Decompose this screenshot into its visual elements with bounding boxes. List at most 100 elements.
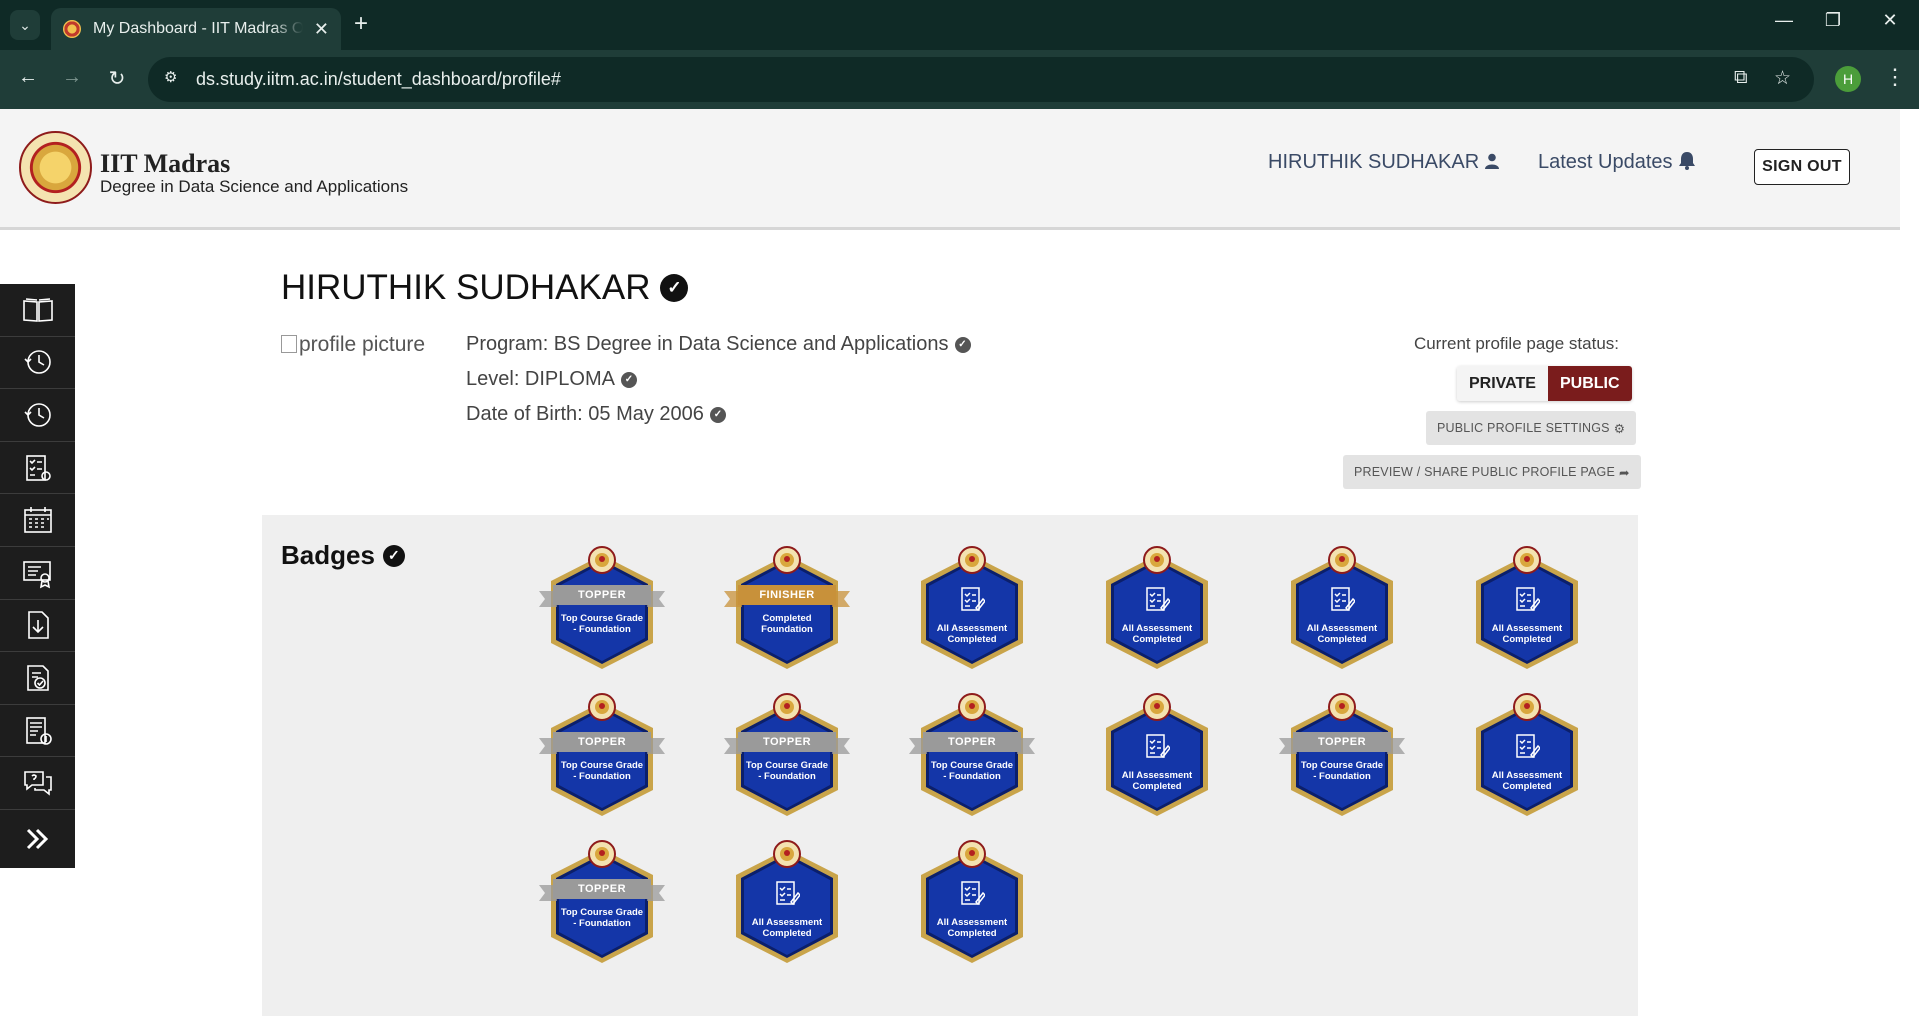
preview-share-profile-button[interactable]: PREVIEW / SHARE PUBLIC PROFILE PAGE ➦ [1343,455,1641,489]
badge-label-line1: Top Course Grade [930,760,1014,771]
new-tab-button[interactable]: + [354,11,368,37]
close-tab-icon[interactable]: ✕ [314,19,329,40]
badge-topper[interactable]: TOPPER Top Course Grade - Foundation [527,839,677,969]
profile-status-label: Current profile page status: [1413,334,1619,353]
badge-label-line1: Top Course Grade [1300,760,1384,771]
badge-label-line1: Top Course Grade [745,760,829,771]
sidebar-item-courses[interactable] [0,284,75,337]
badge-topper[interactable]: TOPPER Top Course Grade - Foundation [527,545,677,675]
badge-label-line2: - Foundation [758,771,816,782]
badge-label-line2: Completed [947,928,997,939]
latest-updates-link[interactable]: Latest Updates [1538,151,1696,174]
sidebar-item-checklist[interactable] [0,652,75,705]
browser-tab[interactable]: My Dashboard - IIT Madras Online Degree … [51,8,341,50]
sidebar-item-history[interactable] [0,337,75,390]
badge-label-line1: Top Course Grade [560,907,644,918]
badge-topper[interactable]: TOPPER Top Course Grade - Foundation [897,692,1047,822]
browser-menu-icon[interactable]: ⋮ [1884,64,1906,90]
badge-label-line1: Top Course Grade [560,613,644,624]
minimize-button[interactable]: — [1764,10,1804,31]
public-profile-settings-button[interactable]: PUBLIC PROFILE SETTINGS ⚙ [1426,411,1637,445]
sidebar-item-payments[interactable] [0,705,75,758]
browser-tabstrip: ⌄ My Dashboard - IIT Madras Online Degre… [0,0,1919,50]
badge-label-line2: Completed [1132,781,1182,792]
checklist-clipboard-icon [1329,585,1355,613]
brand-subtitle: Degree in Data Science and Applications [100,177,409,196]
chevron-down-icon: ⌄ [19,16,31,33]
assignment-icon [25,454,51,481]
sidebar-item-certificates[interactable] [0,547,75,600]
program-line: Program: BS Degree in Data Science and A… [466,333,971,356]
forward-button[interactable]: → [58,66,86,89]
badge-ribbon-label: TOPPER [1293,732,1391,752]
reload-button[interactable]: ↻ [103,66,131,91]
badge-shape [921,693,1023,816]
tab-search-button[interactable]: ⌄ [10,10,40,40]
badge-ribbon-label: TOPPER [923,732,1021,752]
public-toggle-button[interactable]: PUBLIC [1547,366,1632,401]
badge-ribbon: TOPPER [539,879,665,901]
address-bar[interactable]: ⚙ ds.study.iitm.ac.in/student_dashboard/… [148,57,1814,102]
badge-ribbon: FINISHER [724,585,850,607]
badge-assessment[interactable]: All Assessment Completed [1452,545,1602,675]
badge-assessment[interactable]: All Assessment Completed [1082,692,1232,822]
badge-shape [551,693,653,816]
private-toggle-button[interactable]: PRIVATE [1457,366,1548,401]
browser-profile-avatar[interactable]: H [1835,66,1861,92]
profile-name: HIRUTHIK SUDHAKAR [281,268,651,307]
iitm-logo[interactable] [19,131,92,204]
sidebar-expand-button[interactable] [0,810,75,868]
badge-label-line2: - Foundation [573,771,631,782]
profile-name-heading: HIRUTHIK SUDHAKAR ✓ [281,268,689,308]
back-button[interactable]: ← [14,66,42,89]
bookmark-star-icon[interactable]: ☆ [1774,67,1791,90]
restore-button[interactable]: ❐ [1813,10,1853,31]
latest-updates-label: Latest Updates [1538,151,1673,173]
checklist-clipboard-icon [1144,585,1170,613]
sidebar-item-downloads[interactable] [0,600,75,653]
badge-label-line2: Foundation [761,624,813,635]
sidebar-item-assignments[interactable] [0,442,75,495]
open-in-app-icon[interactable]: ⧉ [1734,67,1748,89]
sidebar-nav [0,284,75,868]
badge-ribbon-label: TOPPER [553,585,651,605]
badge-label-line2: Completed [1502,634,1552,645]
badge-finisher[interactable]: FINISHER Completed Foundation [712,545,862,675]
sidebar-item-past-records[interactable] [0,389,75,442]
badge-label-line1: Completed [762,613,812,624]
badge-assessment[interactable]: All Assessment Completed [1267,545,1417,675]
brand-title: IIT Madras [100,149,231,178]
badge-ribbon-label: TOPPER [553,732,651,752]
badge-assessment[interactable]: All Assessment Completed [712,839,862,969]
checklist-clipboard-icon [774,879,800,907]
badge-assessment[interactable]: All Assessment Completed [897,839,1047,969]
badge-assessment[interactable]: All Assessment Completed [1082,545,1232,675]
badge-label-line2: Completed [947,634,997,645]
close-window-button[interactable]: ✕ [1870,10,1910,31]
site-info-icon[interactable]: ⚙ [164,68,186,90]
badges-title: Badges [281,540,375,570]
badge-label-line1: All Assessment [751,917,823,928]
level-line: Level: DIPLOMA ✓ [466,368,637,391]
badge-label-line1: All Assessment [1491,770,1563,781]
share-button-label: PREVIEW / SHARE PUBLIC PROFILE PAGE [1354,465,1615,479]
badge-assessment[interactable]: All Assessment Completed [1452,692,1602,822]
book-icon [22,298,53,322]
header-user-name: HIRUTHIK SUDHAKAR [1268,151,1480,173]
verified-check-icon: ✓ [660,274,689,302]
sign-out-button[interactable]: SIGN OUT [1754,149,1850,185]
badges-panel: Badges ✓ TOPPER Top Course Grade - Foundat… [262,515,1638,1016]
program-text: Program: BS Degree in Data Science and A… [466,333,949,355]
checklist-clipboard-icon [1514,585,1540,613]
badge-assessment[interactable]: All Assessment Completed [897,545,1047,675]
sidebar-item-support[interactable] [0,757,75,810]
badge-label-line1: All Assessment [1491,623,1563,634]
badge-shape [1291,693,1393,816]
verified-check-icon: ✓ [954,336,971,353]
header-user-link[interactable]: HIRUTHIK SUDHAKAR [1268,151,1499,174]
badge-topper[interactable]: TOPPER Top Course Grade - Foundation [527,692,677,822]
browser-toolbar: ← → ↻ ⚙ ds.study.iitm.ac.in/student_dash… [0,50,1919,109]
sidebar-item-calendar[interactable] [0,494,75,547]
badge-topper[interactable]: TOPPER Top Course Grade - Foundation [1267,692,1417,822]
badge-topper[interactable]: TOPPER Top Course Grade - Foundation [712,692,862,822]
